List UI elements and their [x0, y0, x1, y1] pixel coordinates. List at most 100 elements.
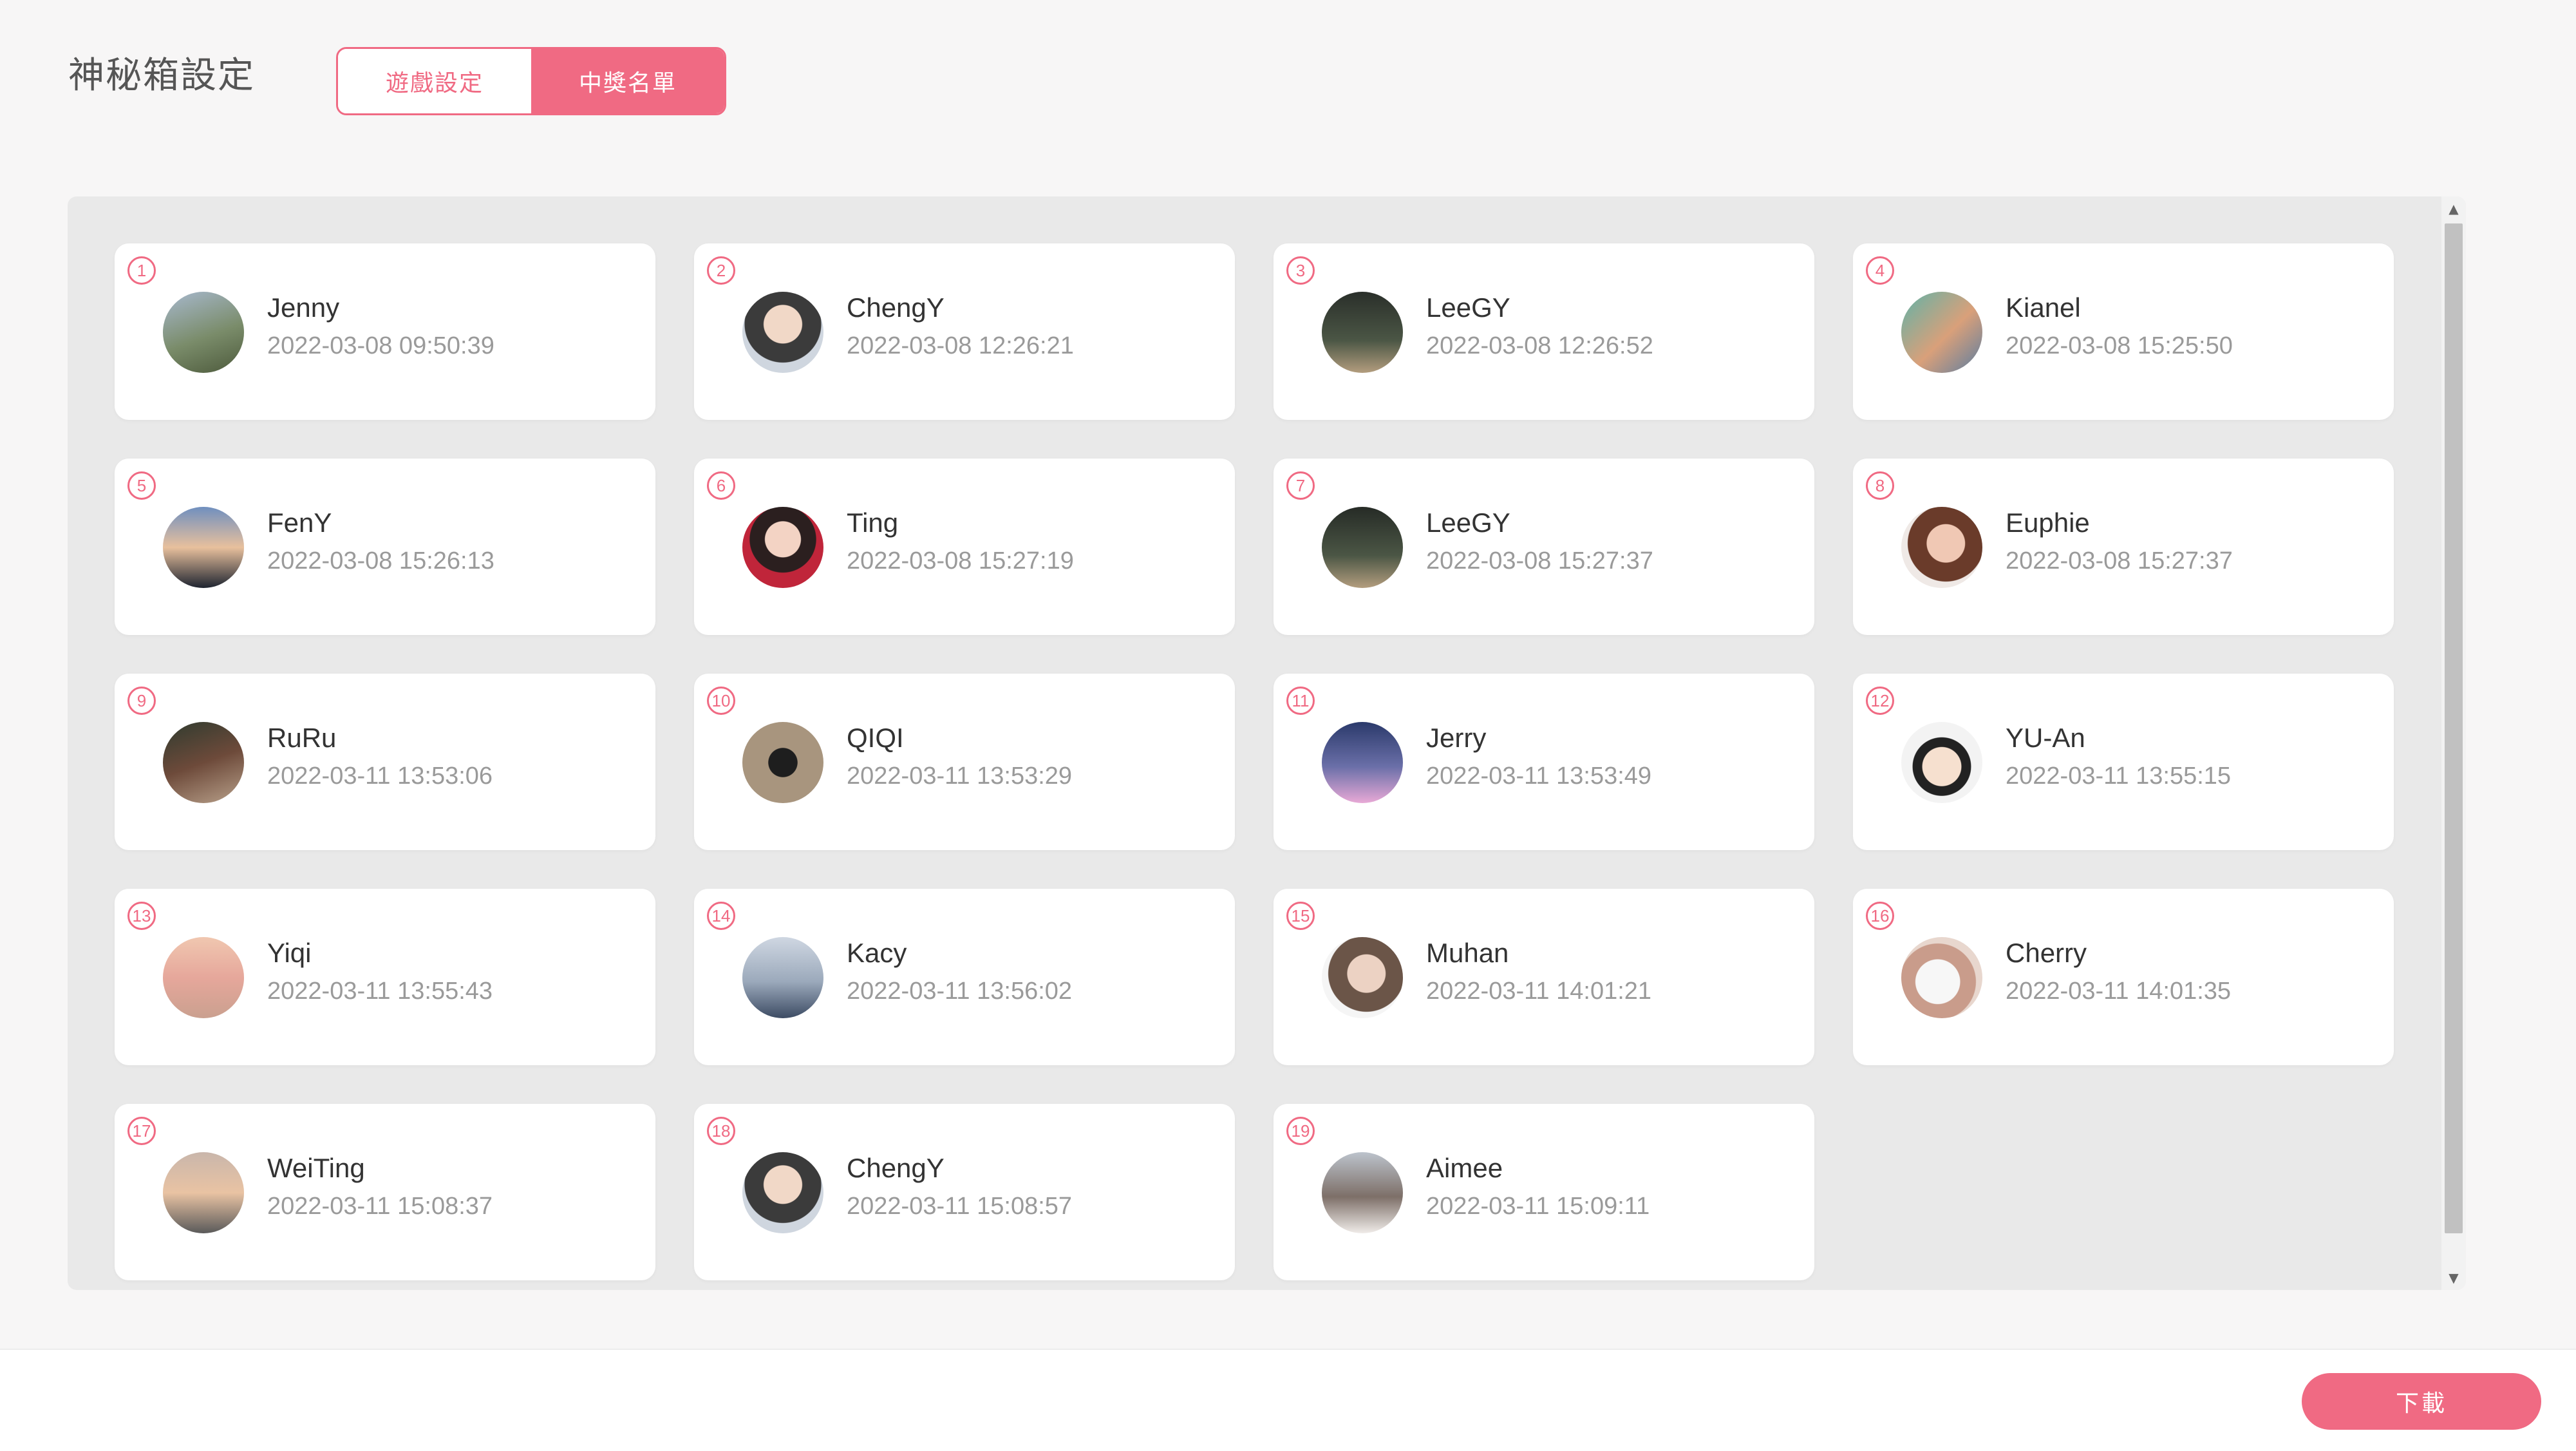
rank-badge: 16: [1866, 902, 1894, 930]
winner-name: ChengY: [847, 292, 945, 323]
tab-winner-list[interactable]: 中獎名單: [531, 49, 724, 113]
winner-name: LeeGY: [1426, 507, 1510, 538]
winner-timestamp: 2022-03-11 13:55:43: [267, 978, 493, 1005]
winner-name: QIQI: [847, 723, 904, 753]
winner-grid: 1 Jenny 2022-03-08 09:50:39 2 ChengY 2022-03-…: [115, 243, 2394, 1280]
rank-badge: 10: [707, 687, 735, 715]
rank-badge: 5: [127, 471, 156, 500]
avatar: [1322, 722, 1403, 803]
avatar: [1901, 722, 1982, 803]
avatar: [1901, 292, 1982, 373]
winner-name: Euphie: [2006, 507, 2090, 538]
winner-timestamp: 2022-03-11 13:53:29: [847, 763, 1073, 790]
winner-name: Aimee: [1426, 1153, 1503, 1183]
tab-game-settings[interactable]: 遊戲設定: [338, 49, 531, 113]
rank-badge: 13: [127, 902, 156, 930]
rank-badge: 4: [1866, 256, 1894, 285]
avatar: [1322, 292, 1403, 373]
winner-timestamp: 2022-03-08 15:27:37: [2006, 547, 2233, 574]
winner-card: 14 Kacy 2022-03-11 13:56:02: [694, 889, 1235, 1065]
winner-card: 6 Ting 2022-03-08 15:27:19: [694, 459, 1235, 635]
winner-card: 18 ChengY 2022-03-11 15:08:57: [694, 1104, 1235, 1280]
winner-name: YU-An: [2006, 723, 2085, 753]
download-button[interactable]: 下載: [2302, 1373, 2541, 1430]
winner-timestamp: 2022-03-11 13:53:49: [1426, 763, 1652, 790]
winner-name: RuRu: [267, 723, 337, 753]
winner-timestamp: 2022-03-11 14:01:35: [2006, 978, 2232, 1005]
winner-card: 11 Jerry 2022-03-11 13:53:49: [1274, 674, 1814, 850]
winner-name: Kianel: [2006, 292, 2081, 323]
avatar: [163, 722, 244, 803]
winner-timestamp: 2022-03-08 09:50:39: [267, 332, 494, 359]
winner-timestamp: 2022-03-11 15:09:11: [1426, 1193, 1650, 1220]
footer-bar: 下載: [0, 1349, 2576, 1451]
winner-card: 2 ChengY 2022-03-08 12:26:21: [694, 243, 1235, 420]
scroll-thumb[interactable]: [2445, 223, 2463, 1233]
rank-badge: 19: [1286, 1117, 1315, 1145]
winner-timestamp: 2022-03-08 15:25:50: [2006, 332, 2233, 359]
avatar: [1322, 507, 1403, 588]
winner-name: Ting: [847, 507, 899, 538]
vertical-scrollbar[interactable]: ▲ ▼: [2441, 196, 2466, 1290]
winner-card: 8 Euphie 2022-03-08 15:27:37: [1853, 459, 2394, 635]
avatar: [1322, 937, 1403, 1018]
winner-timestamp: 2022-03-11 15:08:57: [847, 1193, 1073, 1220]
winner-name: Kacy: [847, 938, 907, 968]
winner-timestamp: 2022-03-08 12:26:52: [1426, 332, 1653, 359]
avatar: [1901, 937, 1982, 1018]
winner-card: 12 YU-An 2022-03-11 13:55:15: [1853, 674, 2394, 850]
rank-badge: 1: [127, 256, 156, 285]
winner-card: 10 QIQI 2022-03-11 13:53:29: [694, 674, 1235, 850]
rank-badge: 12: [1866, 687, 1894, 715]
rank-badge: 8: [1866, 471, 1894, 500]
winner-card: 19 Aimee 2022-03-11 15:09:11: [1274, 1104, 1814, 1280]
rank-badge: 11: [1286, 687, 1315, 715]
winner-name: Cherry: [2006, 938, 2087, 968]
winner-card: 16 Cherry 2022-03-11 14:01:35: [1853, 889, 2394, 1065]
winner-card: 17 WeiTing 2022-03-11 15:08:37: [115, 1104, 655, 1280]
winner-name: Muhan: [1426, 938, 1509, 968]
winner-name: FenY: [267, 507, 332, 538]
winner-timestamp: 2022-03-08 12:26:21: [847, 332, 1074, 359]
avatar: [742, 507, 823, 588]
winner-timestamp: 2022-03-08 15:27:37: [1426, 547, 1653, 574]
rank-badge: 9: [127, 687, 156, 715]
winner-timestamp: 2022-03-08 15:26:13: [267, 547, 494, 574]
avatar: [163, 292, 244, 373]
avatar: [1322, 1152, 1403, 1233]
winner-card: 3 LeeGY 2022-03-08 12:26:52: [1274, 243, 1814, 420]
rank-badge: 15: [1286, 902, 1315, 930]
winner-timestamp: 2022-03-11 15:08:37: [267, 1193, 493, 1220]
winner-card: 13 Yiqi 2022-03-11 13:55:43: [115, 889, 655, 1065]
winner-timestamp: 2022-03-11 13:56:02: [847, 978, 1073, 1005]
winner-name: ChengY: [847, 1153, 945, 1183]
winner-timestamp: 2022-03-08 15:27:19: [847, 547, 1074, 574]
scroll-up-icon[interactable]: ▲: [2441, 196, 2466, 221]
winner-card: 15 Muhan 2022-03-11 14:01:21: [1274, 889, 1814, 1065]
avatar: [163, 507, 244, 588]
avatar: [742, 292, 823, 373]
avatar: [742, 937, 823, 1018]
rank-badge: 14: [707, 902, 735, 930]
winner-name: LeeGY: [1426, 292, 1510, 323]
winner-list-panel: 1 Jenny 2022-03-08 09:50:39 2 ChengY 2022-03-…: [68, 196, 2466, 1290]
tab-group: 遊戲設定 中獎名單: [336, 47, 726, 115]
winner-card: 4 Kianel 2022-03-08 15:25:50: [1853, 243, 2394, 420]
page-title: 神秘箱設定: [68, 55, 255, 97]
winner-card: 7 LeeGY 2022-03-08 15:27:37: [1274, 459, 1814, 635]
rank-badge: 7: [1286, 471, 1315, 500]
rank-badge: 2: [707, 256, 735, 285]
winner-card: 5 FenY 2022-03-08 15:26:13: [115, 459, 655, 635]
avatar: [163, 1152, 244, 1233]
scroll-down-icon[interactable]: ▼: [2441, 1266, 2466, 1290]
rank-badge: 6: [707, 471, 735, 500]
winner-timestamp: 2022-03-11 14:01:21: [1426, 978, 1652, 1005]
rank-badge: 17: [127, 1117, 156, 1145]
winner-name: Jerry: [1426, 723, 1487, 753]
winner-name: Yiqi: [267, 938, 312, 968]
winner-name: Jenny: [267, 292, 340, 323]
winner-timestamp: 2022-03-11 13:55:15: [2006, 763, 2232, 790]
winner-name: WeiTing: [267, 1153, 365, 1183]
avatar: [163, 937, 244, 1018]
rank-badge: 3: [1286, 256, 1315, 285]
